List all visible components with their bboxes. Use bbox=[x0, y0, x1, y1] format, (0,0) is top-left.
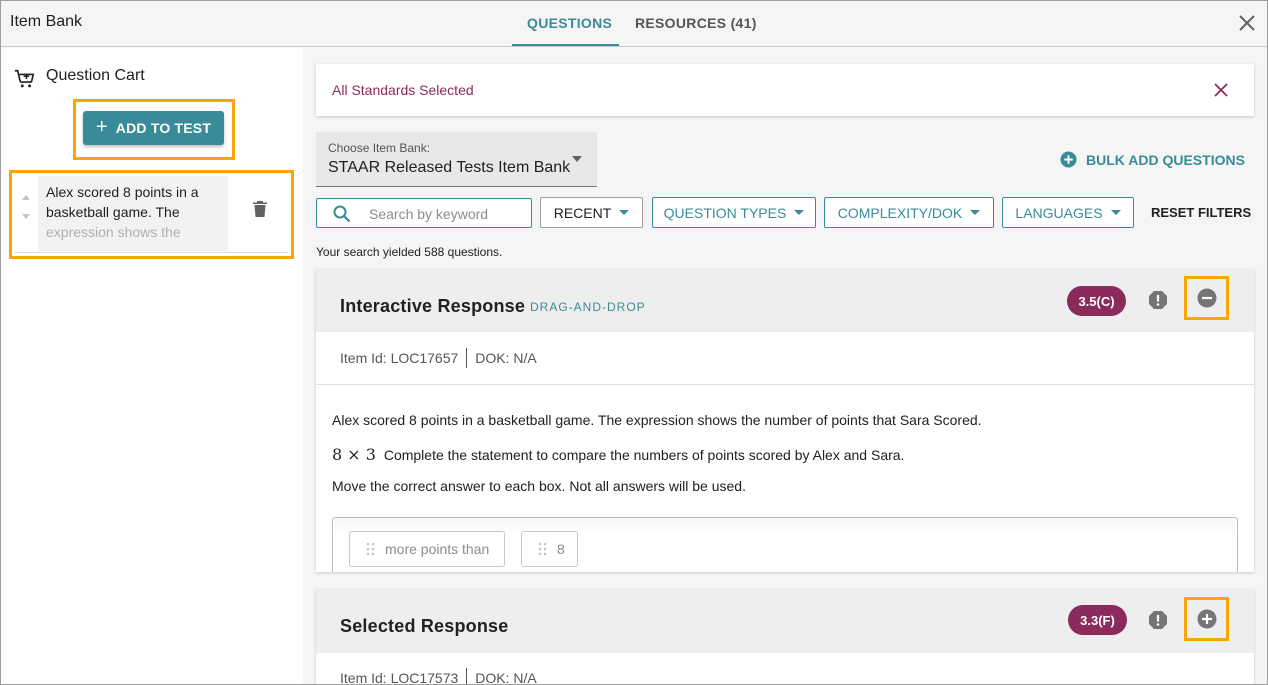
item-id: Item Id: LOC17657 bbox=[340, 350, 459, 366]
meta-divider bbox=[466, 348, 468, 368]
results-count: Your search yielded 588 questions. bbox=[316, 245, 503, 259]
cart-list-item[interactable]: Alex scored 8 points in a basketball gam… bbox=[14, 176, 288, 253]
drag-choice-label: more points than bbox=[385, 541, 490, 557]
cart-item-line: basketball game. The bbox=[46, 204, 180, 220]
chevron-down-icon bbox=[794, 210, 805, 215]
cart-item-line: Alex scored 8 points in a bbox=[46, 184, 199, 200]
standards-text: All Standards Selected bbox=[332, 82, 474, 98]
dok-level: DOK: N/A bbox=[475, 670, 537, 685]
question-instructions: Move the correct answer to each box. Not… bbox=[332, 478, 746, 494]
question-card-header: Interactive Response DRAG-AND-DROP 3.5(C… bbox=[316, 269, 1254, 332]
add-circle-icon bbox=[1060, 151, 1077, 168]
tab-resources[interactable]: RESOURCES (41) bbox=[635, 15, 757, 31]
cart-item-text: Alex scored 8 points in a basketball gam… bbox=[38, 176, 228, 251]
filter-question-types[interactable]: QUESTION TYPES bbox=[652, 197, 816, 228]
standards-banner: All Standards Selected bbox=[316, 64, 1254, 116]
question-stem: 8 × 3 Complete the statement to compare … bbox=[332, 445, 904, 464]
add-to-test-button[interactable]: + ADD TO TEST bbox=[83, 111, 224, 145]
search-field[interactable] bbox=[316, 198, 532, 228]
cart-icon bbox=[14, 69, 35, 88]
question-meta: Item Id: LOC17657 DOK: N/A bbox=[340, 348, 537, 368]
bulk-add-label: BULK ADD QUESTIONS bbox=[1086, 151, 1245, 168]
dropdown-caret-icon bbox=[572, 156, 582, 162]
add-circle-icon bbox=[1197, 609, 1217, 629]
chevron-down-icon bbox=[970, 210, 981, 215]
question-subtype: DRAG-AND-DROP bbox=[530, 300, 646, 314]
reset-filters-button[interactable]: RESET FILTERS bbox=[1151, 205, 1251, 220]
question-stem-text: Complete the statement to compare the nu… bbox=[383, 447, 905, 463]
dok-level: DOK: N/A bbox=[475, 350, 537, 366]
remove-circle-icon bbox=[1197, 288, 1217, 308]
clear-standards-icon[interactable] bbox=[1213, 82, 1229, 98]
item-bank-value: STAAR Released Tests Item Bank bbox=[328, 159, 571, 176]
filter-languages[interactable]: LANGUAGES bbox=[1002, 197, 1134, 228]
question-type-title: Interactive Response bbox=[340, 296, 526, 316]
filter-label: COMPLEXITY/DOK bbox=[837, 204, 963, 221]
question-card: Interactive Response DRAG-AND-DROP 3.5(C… bbox=[316, 269, 1254, 572]
trash-icon[interactable] bbox=[251, 200, 269, 218]
drag-choice[interactable]: more points than bbox=[349, 531, 505, 567]
question-stem: Alex scored 8 points in a basketball gam… bbox=[332, 412, 982, 428]
remove-question-button[interactable] bbox=[1184, 276, 1229, 320]
question-card: Selected Response 3.3(F) Item Id: LOC175… bbox=[316, 589, 1254, 685]
cart-title: Question Cart bbox=[46, 67, 145, 84]
dialog-header: Item Bank QUESTIONS RESOURCES (41) bbox=[1, 1, 1267, 47]
alert-icon[interactable] bbox=[1148, 290, 1168, 310]
filter-recent[interactable]: RECENT bbox=[540, 197, 643, 228]
cart-item-line: expression shows the bbox=[46, 224, 181, 240]
drag-choice[interactable]: 8 bbox=[521, 531, 578, 567]
standard-badge[interactable]: 3.5(C) bbox=[1067, 286, 1126, 316]
item-id: Item Id: LOC17573 bbox=[340, 670, 459, 685]
search-icon bbox=[333, 205, 351, 223]
add-to-test-label: ADD TO TEST bbox=[115, 120, 212, 136]
filter-label: QUESTION TYPES bbox=[663, 204, 787, 221]
filter-label: RECENT bbox=[553, 204, 612, 221]
question-card-header: Selected Response 3.3(F) bbox=[316, 589, 1254, 653]
item-bank-label: Choose Item Bank: bbox=[328, 141, 431, 155]
search-input[interactable] bbox=[369, 204, 524, 224]
dialog-title: Item Bank bbox=[10, 13, 83, 30]
item-bank-dialog: Item Bank QUESTIONS RESOURCES (41) Quest… bbox=[0, 0, 1268, 685]
standard-badge[interactable]: 3.3(F) bbox=[1068, 605, 1127, 635]
drag-choice-label: 8 bbox=[557, 541, 565, 557]
alert-icon[interactable] bbox=[1148, 610, 1168, 630]
question-type-title: Selected Response bbox=[340, 616, 509, 636]
drag-handle-icon bbox=[366, 542, 375, 556]
chevron-down-icon bbox=[619, 210, 630, 215]
drag-choices-area: more points than 8 bbox=[332, 517, 1238, 572]
question-cart-panel: Question Cart + ADD TO TEST Alex scored … bbox=[1, 48, 303, 684]
plus-icon: + bbox=[95, 116, 108, 138]
add-question-button[interactable] bbox=[1184, 597, 1229, 641]
filter-complexity[interactable]: COMPLEXITY/DOK bbox=[824, 197, 994, 228]
drag-handle-icon bbox=[538, 542, 547, 556]
chevron-down-icon bbox=[1110, 210, 1121, 215]
bulk-add-questions-button[interactable]: BULK ADD QUESTIONS bbox=[1060, 151, 1245, 168]
reorder-arrows-icon[interactable] bbox=[20, 192, 32, 224]
math-expression: 8 × 3 bbox=[332, 445, 376, 464]
question-meta: Item Id: LOC17573 DOK: N/A bbox=[340, 668, 537, 685]
tab-questions[interactable]: QUESTIONS bbox=[527, 15, 612, 31]
divider bbox=[316, 384, 1254, 385]
filter-label: LANGUAGES bbox=[1015, 204, 1103, 221]
item-bank-select[interactable]: Choose Item Bank: STAAR Released Tests I… bbox=[316, 132, 597, 187]
meta-divider bbox=[466, 668, 468, 684]
close-icon[interactable] bbox=[1237, 13, 1257, 33]
active-tab-indicator bbox=[512, 44, 619, 46]
